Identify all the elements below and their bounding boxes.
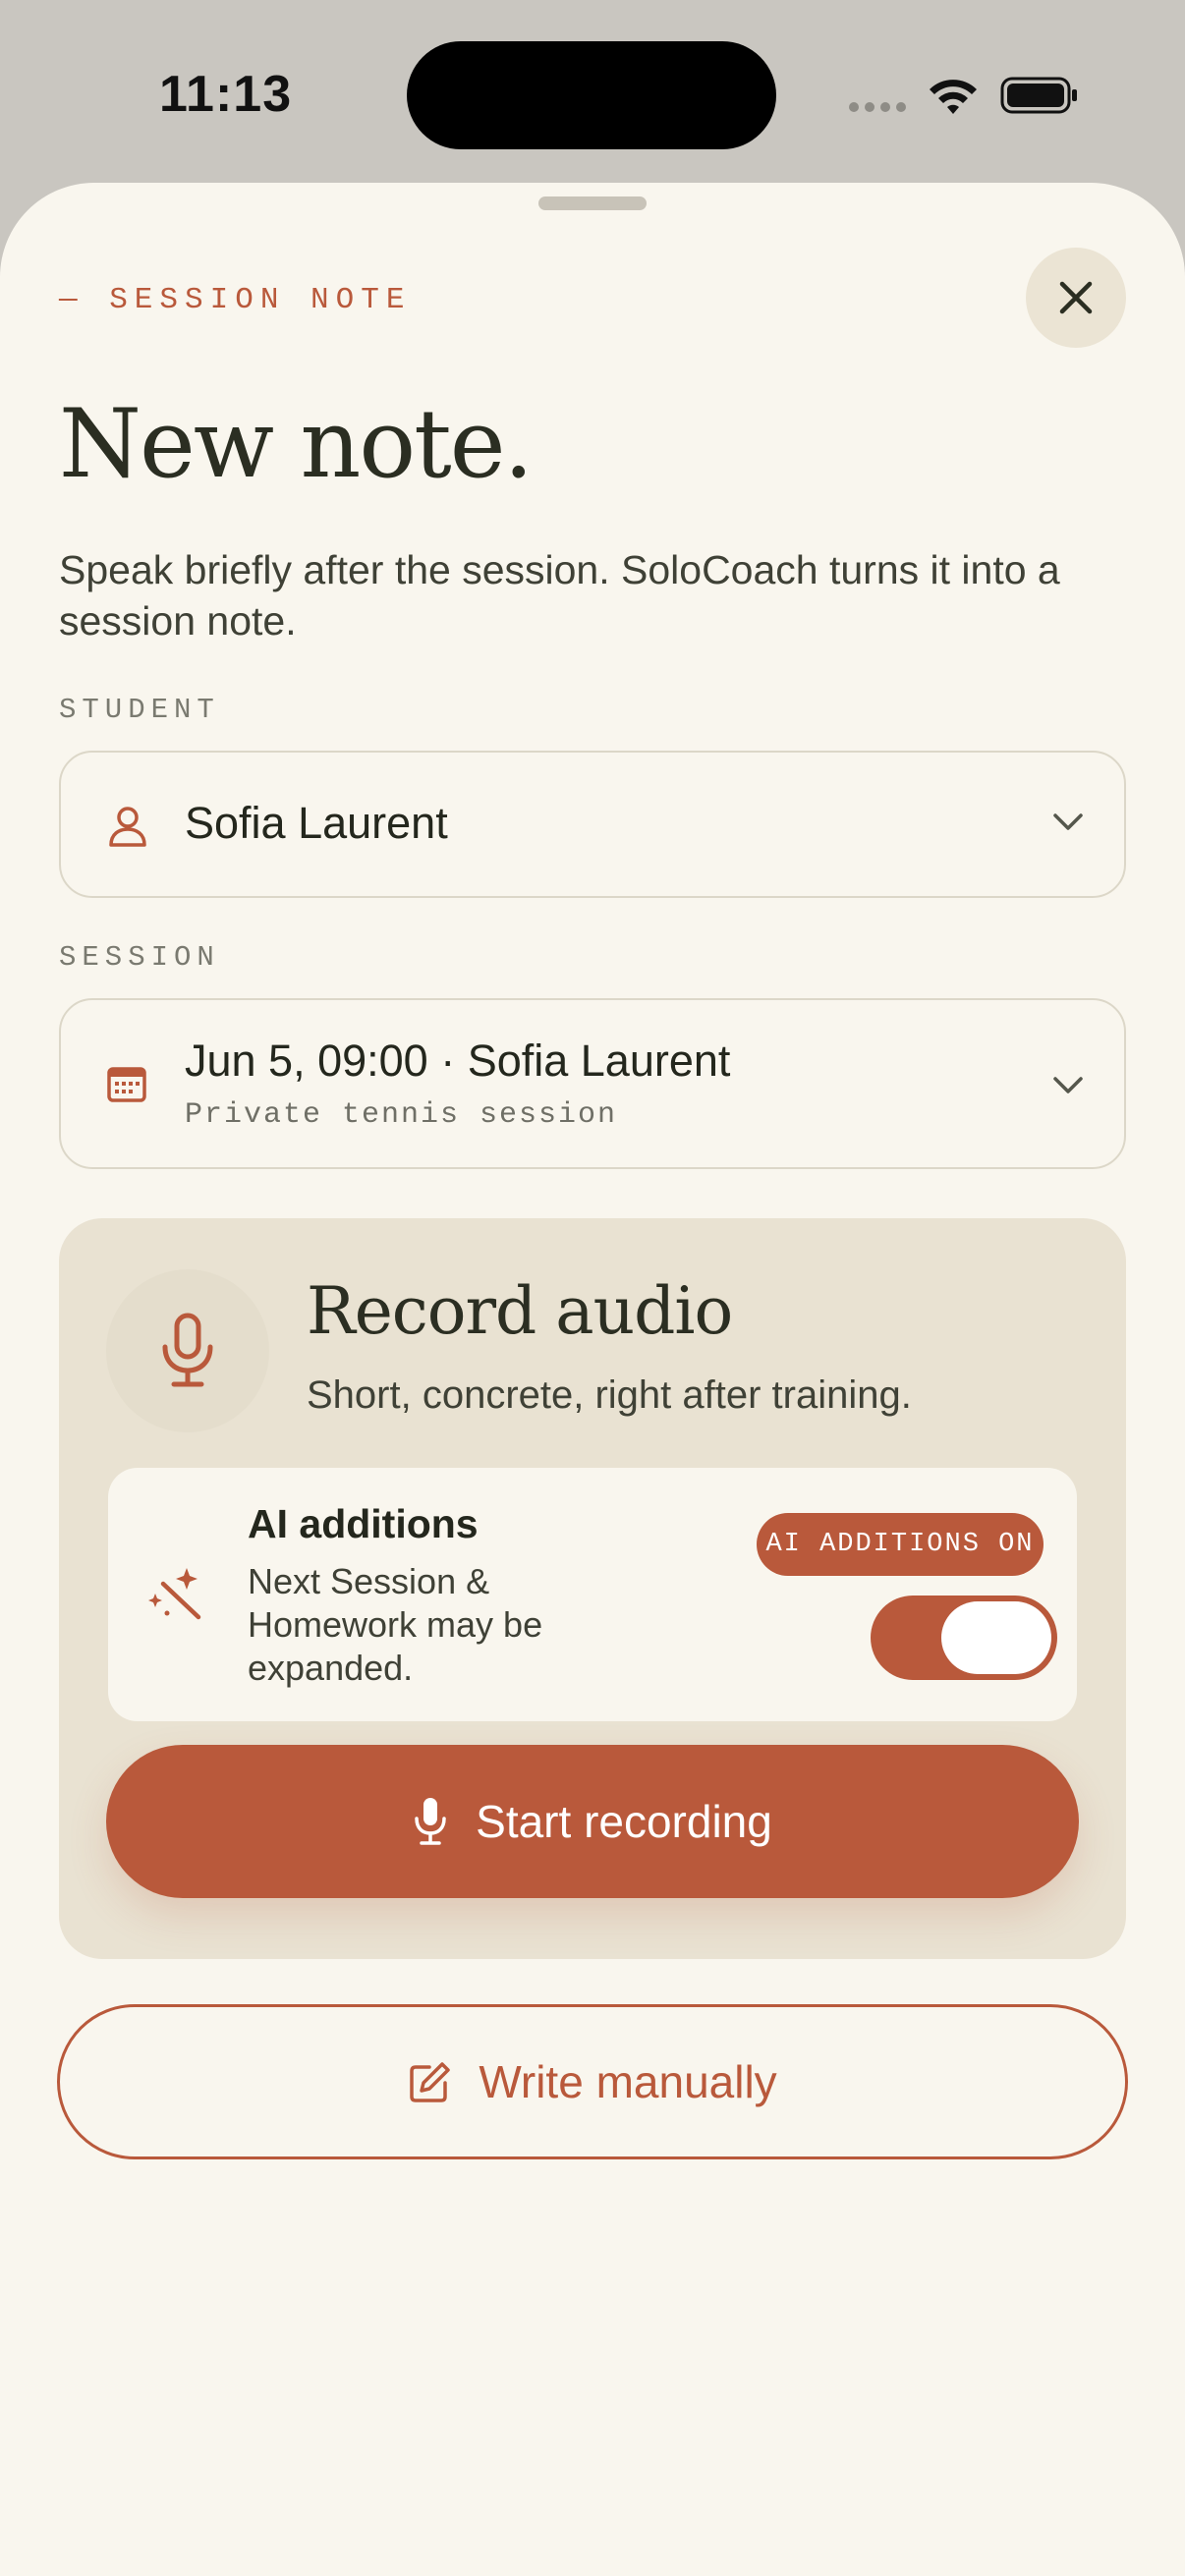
toggle-knob: [941, 1601, 1051, 1674]
record-subtitle: Short, concrete, right after training.: [307, 1373, 912, 1417]
ai-additions-toggle[interactable]: [871, 1596, 1057, 1680]
student-label: STUDENT: [59, 694, 220, 726]
ai-status-badge: AI ADDITIONS ON: [757, 1513, 1044, 1576]
dynamic-island: [407, 41, 776, 149]
chevron-down-icon: [1053, 813, 1083, 830]
chevron-down-icon: [1053, 1077, 1083, 1093]
page-subtitle: Speak briefly after the session. SoloCoa…: [59, 547, 1060, 644]
record-audio-card: Record audio Short, concrete, right afte…: [59, 1218, 1126, 1959]
close-button[interactable]: [1026, 248, 1126, 348]
write-manually-button[interactable]: Write manually: [57, 2004, 1128, 2159]
session-select[interactable]: Jun 5, 09:00 · Sofia Laurent Private ten…: [59, 998, 1126, 1169]
start-recording-label: Start recording: [476, 1796, 772, 1847]
ai-additions-panel: AI additions Next Session & Homework may…: [108, 1468, 1077, 1721]
wifi-icon: [930, 80, 977, 114]
session-label: SESSION: [59, 941, 220, 974]
status-time: 11:13: [159, 66, 293, 123]
mic-badge: [106, 1269, 269, 1432]
calendar-icon: [107, 1067, 146, 1102]
sheet-grabber[interactable]: [538, 196, 647, 210]
magic-wand-icon: [148, 1568, 201, 1620]
microphone-icon: [415, 1798, 446, 1845]
record-title: Record audio: [307, 1273, 733, 1349]
student-value: Sofia Laurent: [185, 798, 448, 848]
ai-additions-title: AI additions: [248, 1501, 479, 1546]
section-eyebrow: — SESSION NOTE: [59, 283, 412, 317]
student-select[interactable]: Sofia Laurent: [59, 751, 1126, 898]
start-recording-button[interactable]: Start recording: [106, 1745, 1079, 1898]
session-value: Jun 5, 09:00 · Sofia Laurent: [185, 1036, 731, 1086]
session-detail: Private tennis session: [185, 1098, 618, 1132]
write-manually-label: Write manually: [479, 2056, 777, 2107]
ai-additions-description: Next Session & Homework may be expanded.: [248, 1561, 543, 1688]
person-icon: [109, 807, 146, 847]
battery-icon: [1000, 77, 1077, 114]
close-icon: [1059, 281, 1093, 314]
status-bar: 11:13: [0, 0, 1185, 187]
new-note-sheet: — SESSION NOTE New note. Speak briefly a…: [0, 183, 1185, 2576]
cellular-signal-icon: [849, 102, 906, 112]
microphone-icon: [162, 1313, 213, 1387]
edit-icon: [410, 2062, 451, 2102]
page-title: New note.: [59, 389, 534, 499]
